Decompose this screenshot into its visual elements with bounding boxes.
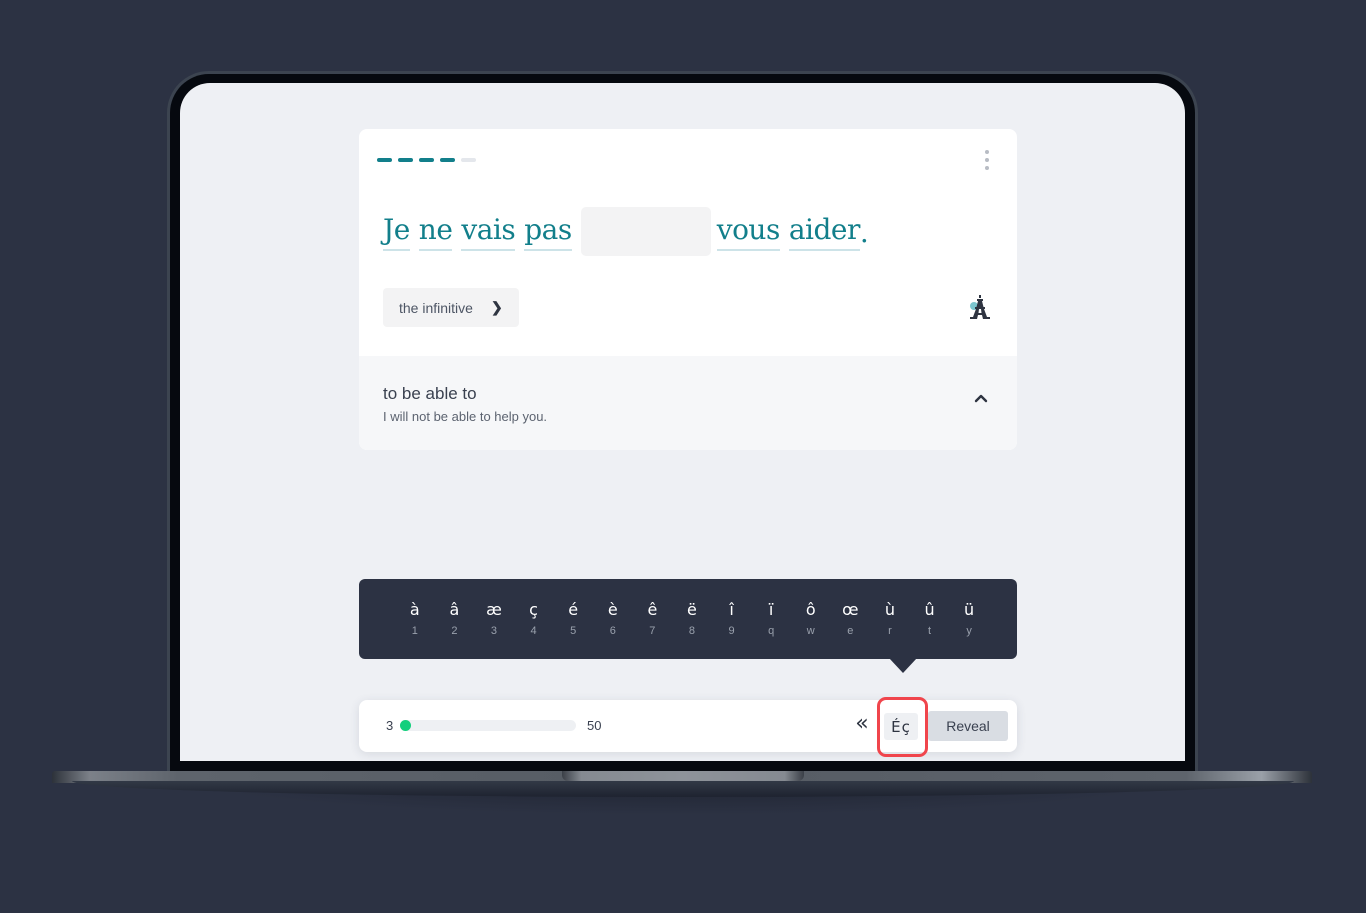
accent-key[interactable]: è6 bbox=[593, 599, 633, 659]
accent-key-shortcut: 2 bbox=[451, 625, 458, 637]
accent-key[interactable]: â2 bbox=[435, 599, 475, 659]
accent-key-shortcut: 1 bbox=[411, 625, 418, 637]
laptop-hinge-notch bbox=[562, 771, 804, 781]
exercise-card: Je ne vais pas vous aider . the infiniti… bbox=[359, 129, 1017, 450]
laptop-screen: Je ne vais pas vous aider . the infiniti… bbox=[180, 83, 1185, 761]
accent-key[interactable]: ê7 bbox=[633, 599, 673, 659]
reveal-button[interactable]: Reveal bbox=[928, 711, 1008, 741]
sentence-punctuation: . bbox=[859, 216, 869, 249]
accent-key-char: œ bbox=[842, 600, 859, 619]
accent-key[interactable]: üy bbox=[949, 599, 989, 659]
more-vertical-icon-dot bbox=[985, 166, 989, 170]
accent-keyboard: à1â2æ3ç4é5è6ê7ë8î9ïqôwœeùrûtüy bbox=[359, 579, 1017, 673]
exercise-sentence: Je ne vais pas vous aider . bbox=[383, 207, 869, 256]
step-dash-complete bbox=[419, 158, 434, 162]
laptop-lid: Je ne vais pas vous aider . the infiniti… bbox=[167, 71, 1198, 775]
session-progress-bar bbox=[400, 720, 576, 731]
chevron-up-icon[interactable] bbox=[973, 392, 989, 404]
step-dash-complete bbox=[377, 158, 392, 162]
accent-key-shortcut: 7 bbox=[649, 625, 656, 637]
accent-key[interactable]: ùr bbox=[870, 599, 910, 659]
accent-key-shortcut: 8 bbox=[688, 625, 696, 637]
accent-key-char: î bbox=[729, 600, 734, 619]
footer-bar: 3 50 « Éç Reveal bbox=[359, 697, 1017, 757]
accent-key-shortcut: e bbox=[847, 625, 854, 637]
accent-key-char: è bbox=[607, 600, 618, 619]
accent-key-shortcut: w bbox=[806, 625, 815, 637]
laptop-bezel: Je ne vais pas vous aider . the infiniti… bbox=[170, 74, 1195, 772]
hint-button[interactable]: the infinitive ❯ bbox=[383, 288, 519, 327]
accent-key[interactable]: à1 bbox=[395, 599, 435, 659]
accent-key-char: ï bbox=[768, 600, 774, 619]
step-progress bbox=[377, 158, 476, 162]
accent-key-shortcut: r bbox=[888, 625, 892, 637]
accent-key[interactable]: ût bbox=[910, 599, 950, 659]
sentence-word[interactable]: vais bbox=[461, 212, 516, 251]
accent-key-char: ç bbox=[529, 600, 538, 619]
accent-key-char: ü bbox=[964, 600, 975, 619]
step-dash-pending bbox=[461, 158, 476, 162]
eiffel-tower-icon[interactable] bbox=[969, 294, 991, 320]
accent-key-shortcut: 4 bbox=[530, 625, 537, 637]
accent-key-char: à bbox=[409, 600, 420, 619]
accent-key-char: ê bbox=[647, 600, 658, 619]
more-vertical-icon bbox=[985, 150, 989, 154]
translation-panel: to be able to I will not be able to help… bbox=[359, 356, 1017, 450]
more-options-button[interactable] bbox=[983, 150, 991, 170]
accent-key-char: ô bbox=[805, 600, 816, 619]
accent-key-shortcut: y bbox=[966, 625, 972, 637]
step-dash-complete bbox=[398, 158, 413, 162]
accent-key-char: ë bbox=[687, 600, 697, 619]
more-vertical-icon-dot bbox=[985, 158, 989, 162]
accent-key[interactable]: ïq bbox=[751, 599, 791, 659]
accent-key-shortcut: 3 bbox=[490, 625, 498, 637]
accent-key-char: é bbox=[568, 600, 579, 619]
translation-title: to be able to bbox=[383, 384, 477, 403]
answer-input[interactable] bbox=[580, 207, 711, 256]
double-chevron-left-icon[interactable]: « bbox=[851, 713, 873, 736]
completed-count: 3 bbox=[386, 718, 394, 733]
session-progress-fill bbox=[400, 720, 411, 731]
sentence-word[interactable]: ne bbox=[418, 212, 453, 251]
accent-key-shortcut: 5 bbox=[570, 625, 577, 637]
accent-keyboard-toggle[interactable]: Éç bbox=[884, 713, 918, 740]
accent-key[interactable]: é5 bbox=[553, 599, 593, 659]
total-count: 50 bbox=[587, 718, 602, 733]
accent-key[interactable]: î9 bbox=[712, 599, 752, 659]
accent-key-char: æ bbox=[486, 600, 502, 619]
accent-key-shortcut: 9 bbox=[728, 625, 735, 637]
sentence-word[interactable]: Je bbox=[383, 212, 410, 251]
accent-key-shortcut: t bbox=[927, 625, 932, 637]
accent-key[interactable]: ôw bbox=[791, 599, 831, 659]
chevron-right-icon: ❯ bbox=[490, 299, 503, 315]
accent-key[interactable]: ç4 bbox=[514, 599, 554, 659]
accent-key-char: â bbox=[449, 600, 460, 619]
sentence-word[interactable]: vous bbox=[716, 212, 780, 251]
accent-key[interactable]: æ3 bbox=[474, 599, 514, 659]
translation-sentence: I will not be able to help you. bbox=[383, 409, 548, 424]
accent-key-char: û bbox=[924, 600, 935, 619]
accent-key-char: ù bbox=[884, 600, 895, 619]
accent-key-shortcut: 6 bbox=[609, 625, 616, 637]
sentence-word[interactable]: aider bbox=[788, 212, 860, 251]
step-dash-complete bbox=[440, 158, 455, 162]
accent-key-shortcut: q bbox=[768, 625, 775, 637]
accent-key[interactable]: ë8 bbox=[672, 599, 712, 659]
hint-label: the infinitive bbox=[399, 299, 473, 316]
sentence-word[interactable]: pas bbox=[524, 212, 572, 251]
accent-key[interactable]: œe bbox=[831, 599, 871, 659]
